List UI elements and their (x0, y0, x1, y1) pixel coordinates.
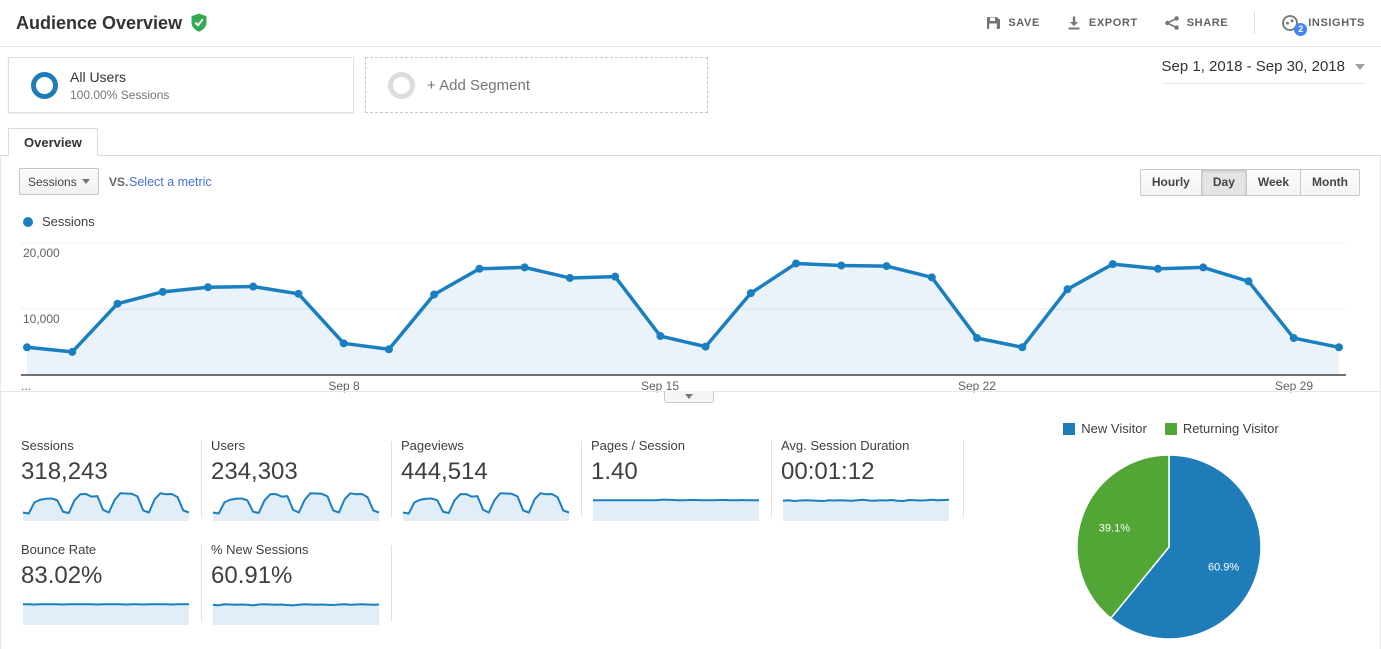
date-range-label: Sep 1, 2018 - Sep 30, 2018 (1161, 58, 1345, 75)
column-divider (201, 441, 202, 517)
export-label: EXPORT (1088, 17, 1138, 29)
header-actions: SAVE EXPORT SHARE 2 INSIGHTS (959, 12, 1365, 36)
sessions-line-chart[interactable] (1, 228, 1381, 378)
metric-value: 00:01:12 (781, 458, 875, 485)
verified-shield-icon (190, 13, 208, 33)
report-panel: Sessions vs. Select a metric Hourly Day … (0, 156, 1381, 649)
legend-item-new-visitor[interactable]: New Visitor (1063, 421, 1147, 436)
metric-label: Avg. Session Duration (781, 438, 910, 453)
save-icon (985, 15, 1001, 31)
pageviews-sparkline (402, 492, 570, 521)
add-segment-label: + Add Segment (427, 76, 530, 94)
svg-text:39.1%: 39.1% (1099, 523, 1130, 535)
sessions-sparkline (22, 492, 190, 521)
column-divider (581, 441, 582, 517)
sessions-legend-label: Sessions (42, 214, 95, 229)
segment-card-all-users[interactable]: All Users 100.00% Sessions (8, 57, 354, 113)
y-axis-tick-10000: 10,000 (23, 312, 60, 326)
column-divider (391, 441, 392, 517)
date-range-picker[interactable]: Sep 1, 2018 - Sep 30, 2018 (1161, 58, 1365, 84)
add-segment-card[interactable]: + Add Segment (365, 57, 708, 113)
insights-badge: 2 (1294, 23, 1308, 36)
share-icon (1164, 15, 1180, 31)
chevron-down-icon (82, 179, 90, 184)
insights-label: INSIGHTS (1308, 17, 1365, 29)
users-sparkline (212, 492, 380, 521)
granularity-month-button[interactable]: Month (1300, 169, 1360, 196)
granularity-day-button[interactable]: Day (1200, 169, 1247, 196)
actions-divider (1254, 12, 1256, 34)
select-a-metric-link[interactable]: Select a metric (129, 175, 212, 189)
metric-value: 60.91% (211, 562, 293, 589)
segment-name: All Users (70, 68, 127, 85)
add-segment-donut-icon (388, 71, 415, 99)
legend-label: Returning Visitor (1182, 421, 1279, 436)
share-button[interactable]: SHARE (1164, 15, 1229, 31)
column-divider (391, 545, 392, 621)
column-divider (963, 441, 964, 517)
svg-text:60.9%: 60.9% (1208, 561, 1239, 573)
metric-label: Users (211, 438, 245, 453)
export-button[interactable]: EXPORT (1066, 15, 1138, 31)
top-bar: Audience Overview SAVE EXPORT SHARE 2 IN… (0, 0, 1381, 47)
metric-label: Pageviews (401, 438, 464, 453)
annotations-drawer-toggle[interactable] (664, 391, 714, 403)
insights-icon: 2 (1281, 14, 1308, 36)
new-sessions-sparkline (212, 603, 380, 625)
granularity-week-button[interactable]: Week (1245, 169, 1302, 196)
metric-value: 1.40 (591, 458, 638, 485)
metric-value: 234,303 (211, 458, 298, 485)
pages-session-sparkline (593, 498, 759, 521)
page-title: Audience Overview (16, 12, 183, 33)
granularity-hourly-button[interactable]: Hourly (1139, 169, 1202, 196)
tab-bar: Overview (0, 128, 1381, 156)
segment-detail: 100.00% Sessions (70, 87, 170, 102)
metric-select-dropdown[interactable]: Sessions (19, 168, 99, 195)
metric-label: Pages / Session (591, 438, 685, 453)
legend-label: New Visitor (1081, 421, 1147, 436)
bounce-rate-sparkline (23, 603, 189, 625)
metric-label: Bounce Rate (21, 542, 97, 557)
save-label: SAVE (1008, 17, 1040, 29)
new-visitor-swatch-icon (1063, 422, 1076, 435)
visitor-pie-legend: New Visitor Returning Visitor (1006, 421, 1336, 436)
chevron-down-icon (685, 394, 693, 399)
granularity-buttons: Hourly Day Week Month (1139, 169, 1360, 196)
sessions-legend-dot-icon (23, 216, 33, 227)
returning-visitor-swatch-icon (1164, 422, 1177, 435)
sessions-legend: Sessions (23, 214, 95, 229)
metric-card-pageviews[interactable]: Pageviews 444,514 (401, 438, 575, 522)
metric-card-users[interactable]: Users 234,303 (211, 438, 385, 522)
metric-card-pages-session[interactable]: Pages / Session 1.40 (591, 438, 765, 522)
metric-label: Sessions (21, 438, 74, 453)
tab-overview[interactable]: Overview (8, 128, 98, 156)
save-button[interactable]: SAVE (985, 15, 1040, 31)
insights-button[interactable]: 2 INSIGHTS (1281, 14, 1365, 36)
metric-label: % New Sessions (211, 542, 309, 557)
visitor-type-pie-chart[interactable]: 60.9% 39.1% (1074, 452, 1264, 642)
vs-label: vs. (109, 175, 129, 189)
metric-select-value: Sessions (28, 174, 77, 189)
metric-card-new-sessions[interactable]: % New Sessions 60.91% (211, 542, 385, 626)
export-icon (1066, 15, 1082, 31)
y-axis-tick-20000: 20,000 (23, 246, 60, 260)
segment-donut-icon (31, 71, 58, 99)
metric-card-sessions[interactable]: Sessions 318,243 (21, 438, 195, 522)
chevron-down-icon (1355, 63, 1365, 70)
audience-overview-page: Audience Overview SAVE EXPORT SHARE 2 IN… (0, 0, 1381, 649)
metric-value: 318,243 (21, 458, 108, 485)
share-label: SHARE (1186, 17, 1229, 29)
column-divider (771, 441, 772, 517)
metric-value: 444,514 (401, 458, 488, 485)
avg-session-duration-sparkline (782, 498, 950, 521)
legend-item-returning-visitor[interactable]: Returning Visitor (1164, 421, 1279, 436)
metric-card-bounce-rate[interactable]: Bounce Rate 83.02% (21, 542, 195, 626)
column-divider (201, 545, 202, 621)
metric-card-avg-session-duration[interactable]: Avg. Session Duration 00:01:12 (781, 438, 955, 522)
metric-value: 83.02% (21, 562, 103, 589)
